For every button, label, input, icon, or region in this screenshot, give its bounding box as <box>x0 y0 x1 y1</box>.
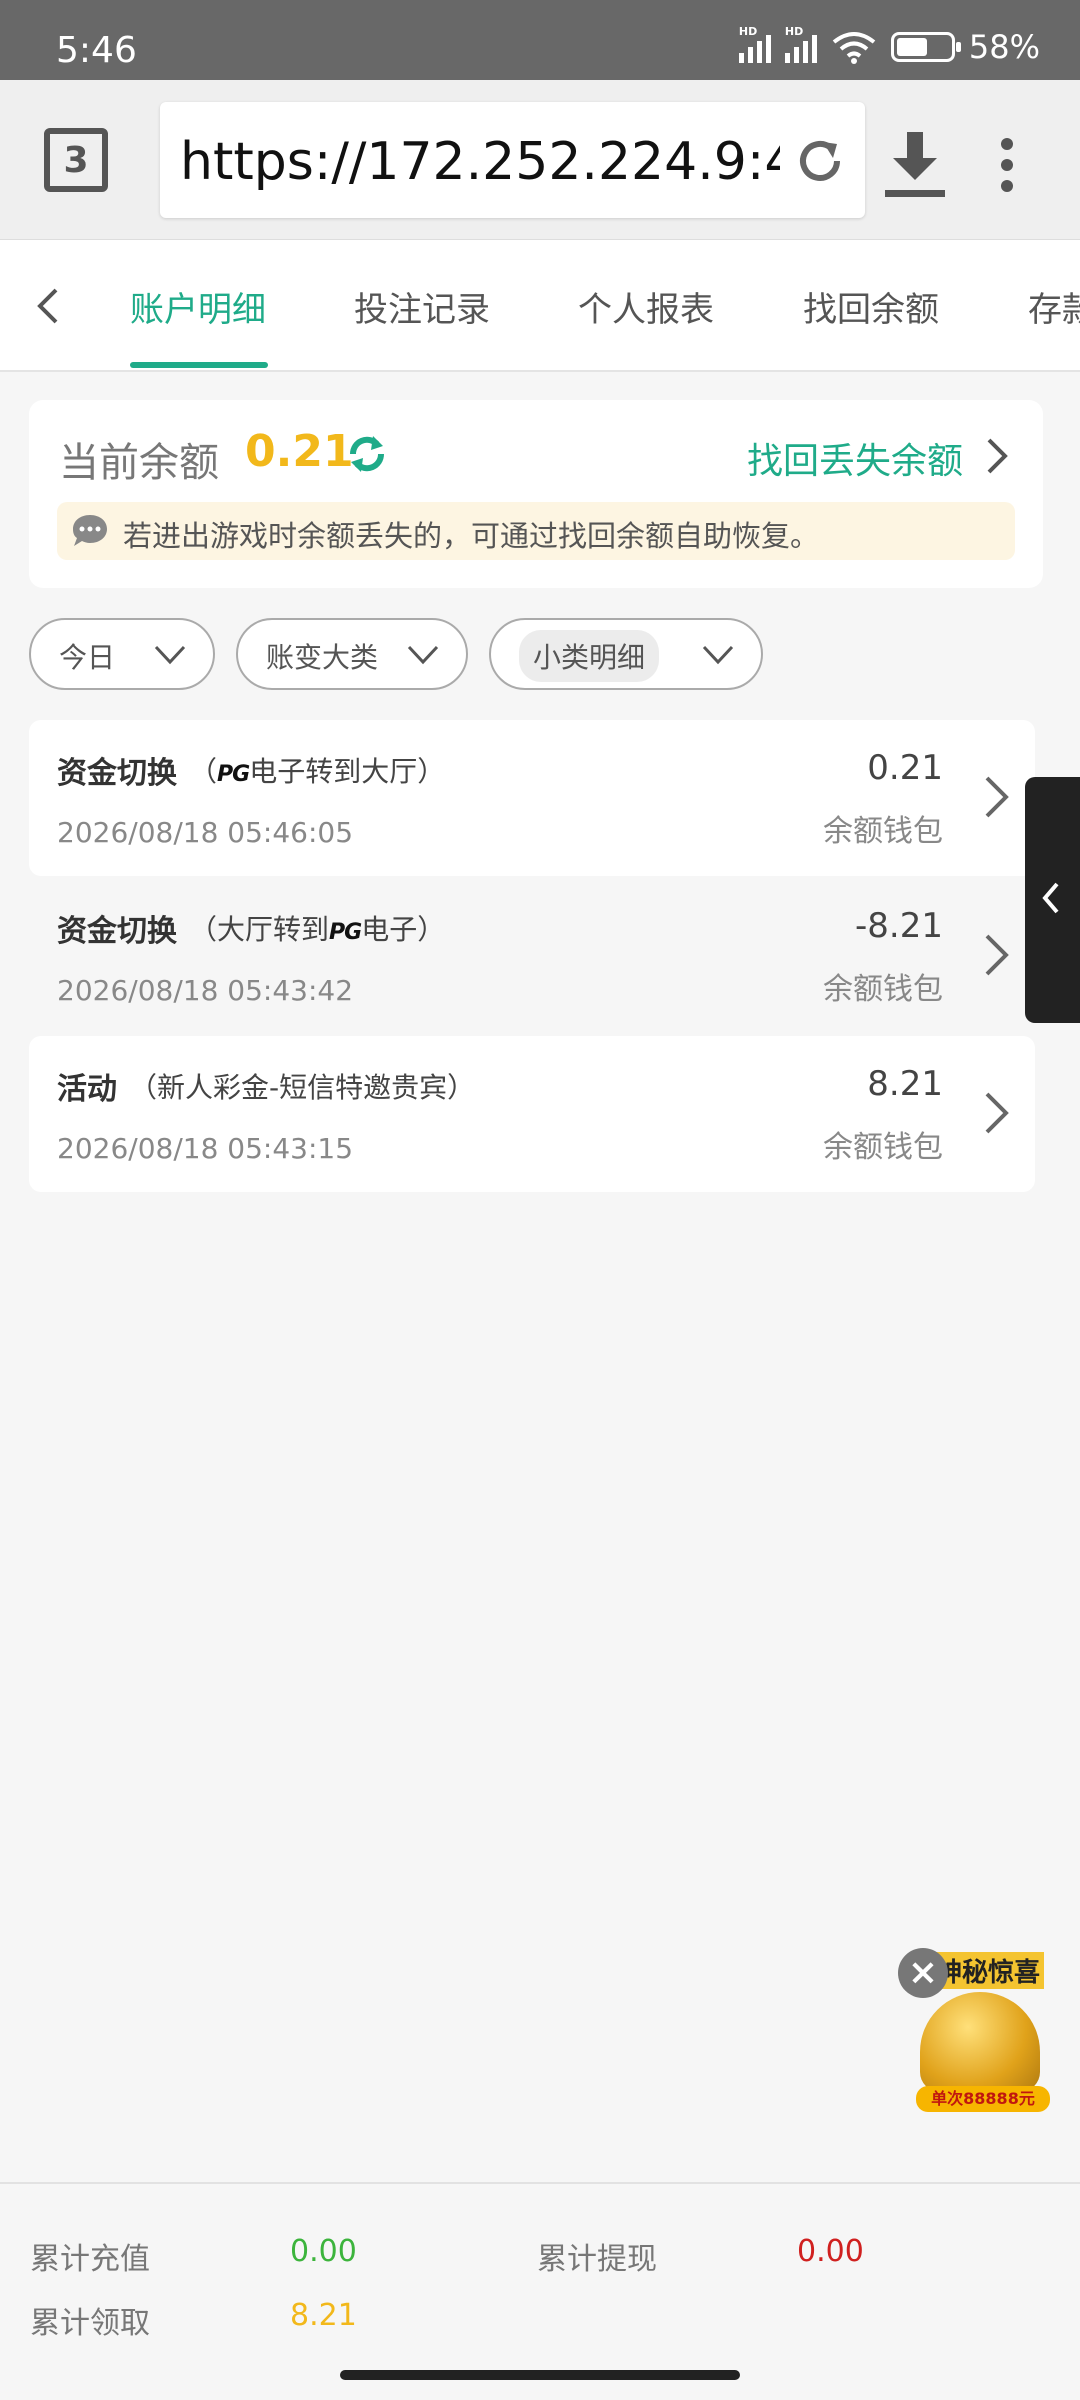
chevron-down-icon <box>702 645 734 665</box>
record-detail: （新人彩金-短信特邀贵宾） <box>129 1071 476 1104</box>
overflow-menu-icon[interactable] <box>995 138 1019 192</box>
subcategory-filter-dropdown[interactable]: 小类明细 <box>489 618 763 690</box>
record-detail: （大厅转到PG电子） <box>189 913 446 946</box>
close-icon[interactable]: × <box>898 1948 948 1998</box>
signal-icon-2: HD <box>784 25 817 63</box>
chevron-down-icon <box>407 645 439 665</box>
record-title: 活动 <box>57 1072 117 1107</box>
notice-text: 若进出游戏时余额丢失的，可通过找回余额自助恢复。 <box>123 519 820 553</box>
total-withdraw-value: 0.00 <box>797 2234 864 2269</box>
browser-toolbar: 3 https://172.252.224.9:4100 <box>0 80 1080 240</box>
tab-deposit[interactable]: 存款 <box>1028 282 1080 331</box>
record-title: 资金切换 <box>57 914 177 949</box>
recover-lost-balance-link[interactable]: 找回丢失余额 <box>747 432 963 484</box>
download-icon[interactable] <box>885 128 945 198</box>
summary-footer: 累计充值 0.00 累计提现 0.00 累计领取 8.21 <box>0 2182 1080 2400</box>
record-time: 2026/08/18 05:43:42 <box>57 974 354 1007</box>
battery-percent: 58% <box>968 28 1040 66</box>
battery-icon <box>890 32 961 62</box>
refresh-icon[interactable] <box>345 432 389 476</box>
url-text[interactable]: https://172.252.224.9:4100 <box>180 134 780 190</box>
chevron-right-icon[interactable] <box>983 1090 1011 1136</box>
record-row[interactable]: 资金切换 （PG电子转到大厅） 2026/08/18 05:46:05 0.21… <box>29 720 1035 876</box>
record-row[interactable]: 活动 （新人彩金-短信特邀贵宾） 2026/08/18 05:43:15 8.2… <box>29 1036 1035 1192</box>
back-icon[interactable] <box>30 282 70 330</box>
promo-title: 神秘惊喜 <box>932 1952 1045 1989</box>
record-time: 2026/08/18 05:43:15 <box>57 1132 354 1165</box>
record-amount: -8.21 <box>855 906 943 946</box>
money-tree-icon <box>920 1992 1040 2092</box>
date-filter-dropdown[interactable]: 今日 <box>29 618 215 690</box>
record-wallet: 余额钱包 <box>823 972 943 1007</box>
total-claim-label: 累计领取 <box>30 2306 150 2341</box>
signal-icon: HD <box>738 25 771 63</box>
chat-bubble-icon <box>73 515 107 546</box>
pg-logo: PG <box>329 920 362 945</box>
record-wallet: 余额钱包 <box>823 1130 943 1165</box>
tab-recover-balance[interactable]: 找回余额 <box>803 282 939 331</box>
side-panel-handle[interactable] <box>1025 777 1080 1023</box>
chevron-down-icon <box>154 645 186 665</box>
nav-tabs: 账户明细 投注记录 个人报表 找回余额 存款 <box>0 240 1080 372</box>
record-row[interactable]: 资金切换 （大厅转到PG电子） 2026/08/18 05:43:42 -8.2… <box>29 878 1035 1034</box>
date-filter-label: 今日 <box>59 641 116 674</box>
record-wallet: 余额钱包 <box>823 814 943 849</box>
chevron-right-icon[interactable] <box>983 774 1011 820</box>
notice-banner: 若进出游戏时余额丢失的，可通过找回余额自助恢复。 <box>57 502 1015 560</box>
tab-bet-records[interactable]: 投注记录 <box>354 282 490 331</box>
balance-label: 当前余额 <box>59 440 219 486</box>
total-recharge-value: 0.00 <box>290 2234 357 2269</box>
promo-badge: 单次88888元 <box>916 2086 1050 2112</box>
record-title: 资金切换 <box>57 756 177 791</box>
record-detail: （PG电子转到大厅） <box>189 755 446 788</box>
total-recharge-label: 累计充值 <box>30 2242 150 2277</box>
record-time: 2026/08/18 05:46:05 <box>57 816 354 849</box>
balance-card: 当前余额 0.21 找回丢失余额 若进出游戏时余额丢失的，可通过找回余额自助恢复… <box>29 400 1043 588</box>
reload-icon[interactable] <box>793 134 847 188</box>
status-bar: 5:46 HD HD 58% <box>0 0 1080 80</box>
total-claim-value: 8.21 <box>290 2298 357 2333</box>
category-filter-label: 账变大类 <box>266 641 379 674</box>
tab-account-details[interactable]: 账户明细 <box>130 282 266 331</box>
category-filter-dropdown[interactable]: 账变大类 <box>236 618 468 690</box>
wifi-icon <box>832 32 876 64</box>
record-amount: 0.21 <box>867 748 943 788</box>
record-amount: 8.21 <box>867 1064 943 1104</box>
balance-value: 0.21 <box>245 426 354 477</box>
status-time: 5:46 <box>56 30 137 71</box>
total-withdraw-label: 累计提现 <box>537 2242 657 2277</box>
status-icons: HD HD 58% <box>738 25 1040 66</box>
url-bar[interactable]: https://172.252.224.9:4100 <box>160 102 865 218</box>
tab-switcher-button[interactable]: 3 <box>44 128 108 192</box>
subcategory-filter-label: 小类明细 <box>519 630 660 682</box>
home-indicator[interactable] <box>340 2370 740 2380</box>
active-tab-indicator <box>130 362 268 368</box>
chevron-right-icon[interactable] <box>983 932 1011 978</box>
chevron-right-icon[interactable] <box>985 436 1009 476</box>
chevron-left-icon <box>1042 882 1059 914</box>
tab-personal-report[interactable]: 个人报表 <box>578 282 714 331</box>
promo-widget[interactable]: 神秘惊喜 单次88888元 × <box>898 1948 1054 2112</box>
pg-logo: PG <box>217 762 250 787</box>
